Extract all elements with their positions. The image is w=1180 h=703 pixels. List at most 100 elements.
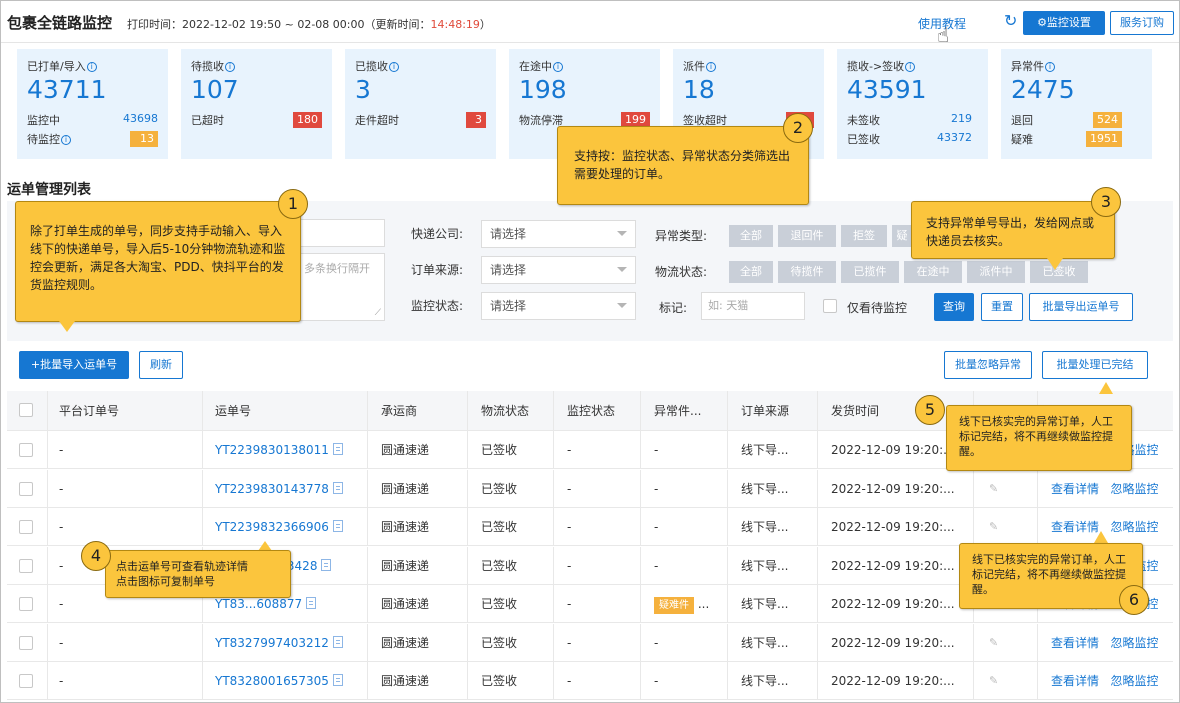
column-header[interactable]: 平台订单号 — [59, 391, 119, 430]
reset-button[interactable]: 重置 — [981, 293, 1023, 321]
print-time: 打印时间：2022-12-02 19:50 ~ 02-08 00:00（更新时间… — [127, 18, 431, 31]
column-header[interactable]: 承运商 — [381, 391, 417, 430]
mark-input[interactable]: 如: 天猫 — [701, 292, 805, 320]
status-badge[interactable]: 180 — [293, 112, 322, 128]
column-divider — [367, 546, 368, 584]
row-checkbox[interactable] — [19, 443, 33, 457]
column-divider — [973, 623, 974, 661]
callout-number: 2 — [783, 113, 813, 143]
exception-cell: - — [654, 443, 659, 457]
column-divider — [817, 508, 818, 545]
column-header[interactable]: 发货时间 — [831, 391, 879, 430]
order-source-select[interactable]: 请选择 — [481, 256, 636, 284]
edit-pencil-icon[interactable]: ✎ — [989, 470, 998, 507]
column-divider — [367, 508, 368, 545]
waybill-link[interactable]: YT8327997403212 — [215, 636, 329, 650]
monitor-status-cell: - — [567, 520, 572, 534]
column-divider — [367, 391, 368, 430]
view-detail-link[interactable]: 查看详情 — [1051, 520, 1099, 534]
copy-icon[interactable] — [332, 520, 343, 532]
refresh-icon[interactable]: ↻ — [1004, 11, 1017, 30]
waybill-link[interactable]: YT8328001657305 — [215, 674, 329, 688]
waybill-link[interactable]: YT2239830143778 — [215, 482, 329, 496]
stat-card-printed[interactable]: 已打单/导入 i 43711 监控中 43698 待监控 i 13 — [17, 49, 168, 159]
stat-card-pickup-to-sign[interactable]: 揽收->签收 i 43591 未签收 219 已签收 43372 — [837, 49, 988, 159]
copy-icon[interactable] — [332, 674, 343, 686]
carrier-cell: 圆通速递 — [381, 443, 430, 457]
row-checkbox[interactable] — [19, 520, 33, 534]
logistics-status-cell: 已签收 — [481, 443, 518, 457]
row-checkbox[interactable] — [19, 635, 33, 650]
edit-pencil-icon[interactable]: ✎ — [989, 662, 998, 699]
logistics-status-tag[interactable]: 全部 — [729, 261, 773, 283]
stat-card-picked-up[interactable]: 已揽收 i 3 走件超时 3 — [345, 49, 496, 159]
waybill-link[interactable]: YT2239830138011 — [215, 443, 329, 457]
view-detail-link[interactable]: 查看详情 — [1051, 674, 1099, 688]
status-badge[interactable]: 1951 — [1086, 131, 1122, 147]
column-divider — [553, 508, 554, 545]
monitor-settings-button[interactable]: ⚙监控设置 — [1023, 11, 1105, 35]
copy-icon[interactable] — [332, 481, 343, 494]
table-row: - YT8328001657305 圆通速递 已签收 - - 线下导... 2022-12-0… — [7, 662, 1173, 700]
waybill-link[interactable]: YT2239832366906 — [215, 520, 329, 534]
ignore-monitor-link[interactable]: 忽略监控 — [1110, 636, 1158, 650]
row-checkbox[interactable] — [19, 597, 33, 611]
pointer-hand-icon: ☝ — [937, 23, 950, 47]
column-header[interactable]: 监控状态 — [567, 391, 615, 430]
exception-type-tag[interactable]: 全部 — [729, 225, 773, 247]
logistics-status-tag[interactable]: 已揽件 — [841, 261, 899, 283]
view-detail-link[interactable]: 查看详情 — [1051, 482, 1099, 496]
batch-import-button[interactable]: +批量导入运单号 — [19, 351, 129, 379]
batch-export-button[interactable]: 批量导出运单号 — [1029, 293, 1133, 321]
stat-row-label: 已超时 — [191, 114, 224, 127]
stat-card-exceptions[interactable]: 异常件 i 2475 退回 524 疑难 1951 — [1001, 49, 1152, 159]
carrier-cell: 圆通速递 — [381, 558, 430, 573]
status-badge[interactable]: 3 — [466, 112, 486, 128]
row-checkbox[interactable] — [19, 558, 33, 573]
stat-row-value[interactable]: 219 — [951, 112, 972, 125]
column-divider — [1037, 469, 1038, 507]
logistics-status-tag[interactable]: 派件中 — [967, 261, 1025, 283]
ship-time-cell: 2022-12-09 19:20:... — [831, 520, 955, 534]
logistics-status-tag[interactable]: 在途中 — [904, 261, 962, 283]
ignore-monitor-link[interactable]: 忽略监控 — [1110, 674, 1158, 688]
column-header[interactable]: 异常件... — [654, 391, 701, 430]
column-divider — [640, 469, 641, 507]
service-subscribe-button[interactable]: 服务订购 — [1110, 11, 1174, 35]
ignore-monitor-link[interactable]: 忽略监控 — [1110, 520, 1158, 534]
stat-row-value[interactable]: 43372 — [937, 131, 972, 144]
column-header[interactable]: 运单号 — [215, 391, 251, 430]
status-badge[interactable]: 13 — [130, 131, 158, 147]
view-detail-link[interactable]: 查看详情 — [1051, 636, 1099, 650]
query-button[interactable]: 查询 — [934, 293, 974, 321]
copy-icon[interactable] — [306, 597, 317, 609]
waybill-link[interactable]: YT83...608877 — [215, 597, 302, 611]
courier-select[interactable]: 请选择 — [481, 220, 636, 248]
exception-type-tag[interactable]: 疑 — [892, 225, 912, 247]
row-checkbox[interactable] — [19, 674, 33, 688]
waybill-cell: YT2239830143778 — [215, 470, 343, 507]
copy-icon[interactable] — [321, 558, 332, 571]
exception-type-tag[interactable]: 拒签 — [841, 225, 887, 247]
copy-icon[interactable] — [332, 443, 343, 455]
select-all-checkbox[interactable] — [19, 403, 33, 417]
ignore-monitor-link[interactable]: 忽略监控 — [1110, 482, 1158, 496]
refresh-button[interactable]: 刷新 — [139, 351, 183, 379]
column-divider — [817, 431, 818, 468]
edit-pencil-icon[interactable]: ✎ — [989, 624, 998, 661]
copy-icon[interactable] — [332, 635, 343, 648]
monitor-status-select[interactable]: 请选择 — [481, 292, 636, 320]
batch-done-button[interactable]: 批量处理已完结 — [1042, 351, 1148, 379]
logistics-status-tag[interactable]: 待揽件 — [778, 261, 836, 283]
monitor-status-cell: - — [567, 635, 572, 650]
edit-pencil-icon[interactable]: ✎ — [989, 508, 998, 545]
status-badge[interactable]: 524 — [1093, 112, 1122, 128]
column-header[interactable]: 物流状态 — [481, 391, 529, 430]
exception-type-tag[interactable]: 退回件 — [778, 225, 836, 247]
row-checkbox[interactable] — [19, 481, 33, 496]
callout-pointer — [1094, 531, 1108, 543]
stat-card-pending-pickup[interactable]: 待揽收 i 107 已超时 180 — [181, 49, 332, 159]
only-pending-checkbox[interactable] — [823, 299, 837, 313]
column-header[interactable]: 订单来源 — [741, 391, 789, 430]
batch-ignore-button[interactable]: 批量忽略异常 — [944, 351, 1032, 379]
